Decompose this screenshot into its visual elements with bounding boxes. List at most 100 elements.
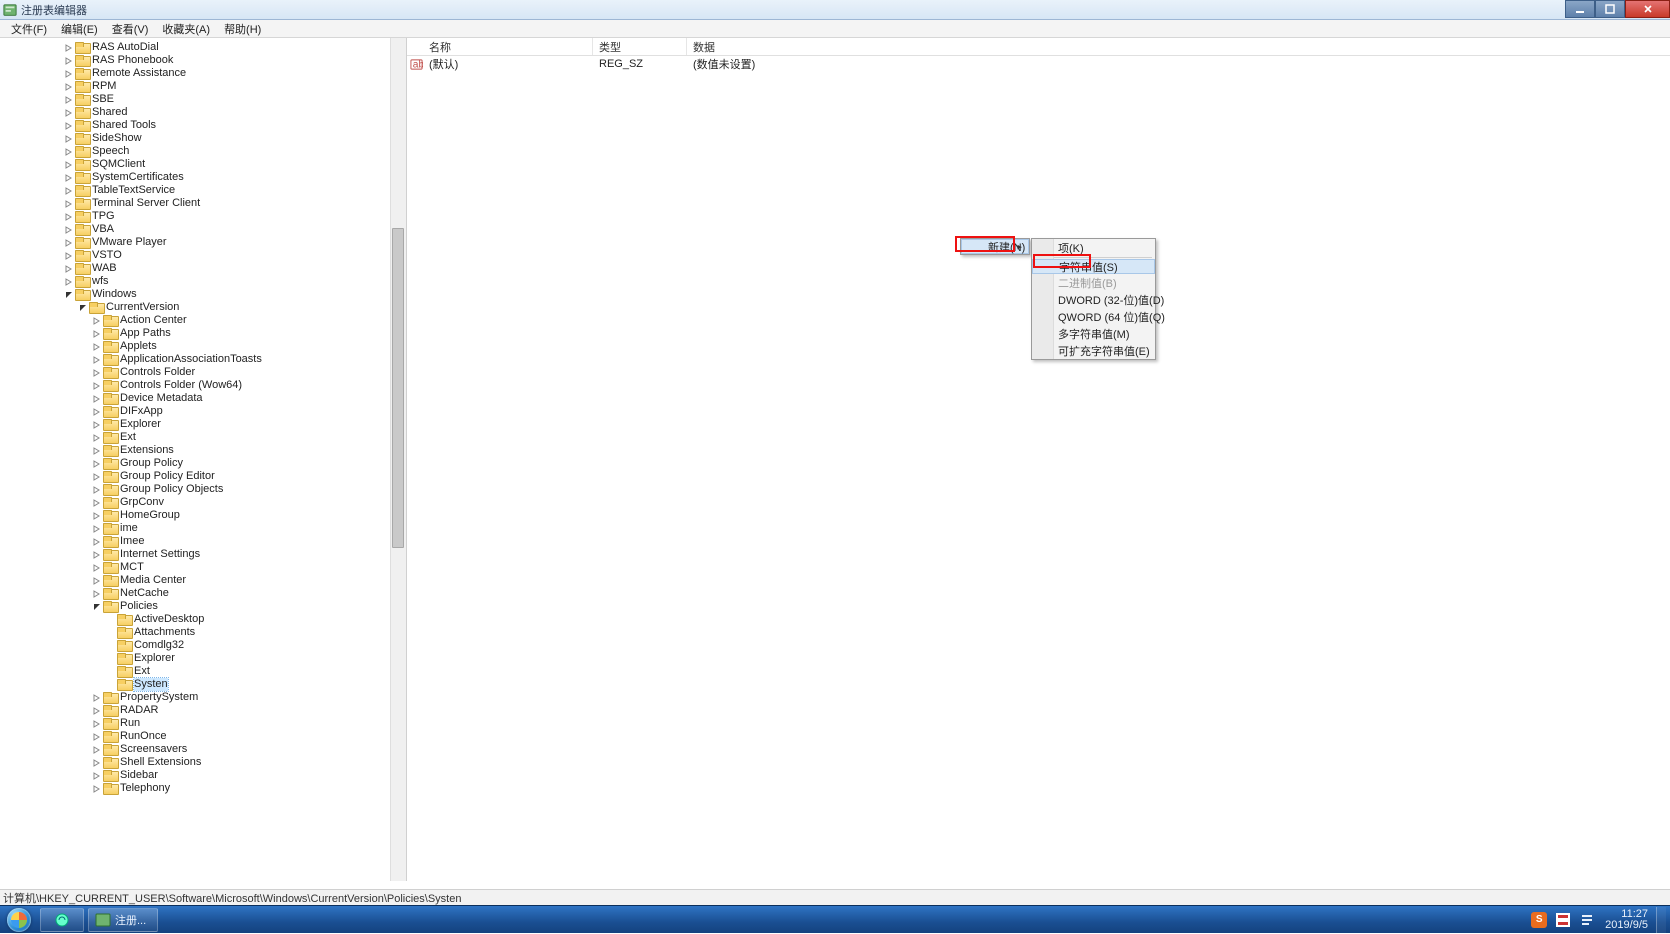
header-name[interactable]: 名称 [423, 38, 593, 55]
tree-node[interactable]: WAB [0, 262, 406, 275]
chevron-right-icon[interactable] [64, 199, 74, 209]
ctx-new-key[interactable]: 项(K) [1032, 239, 1155, 256]
chevron-right-icon[interactable] [92, 472, 102, 482]
taskbar-pinned-app[interactable] [40, 908, 84, 932]
tree-node[interactable]: RunOnce [0, 730, 406, 743]
tree-node[interactable]: VBA [0, 223, 406, 236]
chevron-right-icon[interactable] [92, 537, 102, 547]
chevron-right-icon[interactable] [64, 251, 74, 261]
tree-node[interactable]: ApplicationAssociationToasts [0, 353, 406, 366]
menu-view[interactable]: 查看(V) [105, 21, 156, 37]
chevron-down-icon[interactable] [64, 290, 74, 300]
tree-node[interactable]: DIFxApp [0, 405, 406, 418]
tree-node[interactable]: VMware Player [0, 236, 406, 249]
header-type[interactable]: 类型 [593, 38, 687, 55]
tree-node[interactable]: Media Center [0, 574, 406, 587]
chevron-right-icon[interactable] [92, 745, 102, 755]
tree-node[interactable]: Device Metadata [0, 392, 406, 405]
tree-node[interactable]: Group Policy Editor [0, 470, 406, 483]
registry-tree[interactable]: RAS AutoDial RAS Phonebook Remote Assist… [0, 38, 406, 798]
ctx-new-qword[interactable]: QWORD (64 位)值(Q) [1032, 308, 1155, 325]
menu-edit[interactable]: 编辑(E) [54, 21, 105, 37]
chevron-right-icon[interactable] [92, 719, 102, 729]
value-row-default[interactable]: ab (默认) REG_SZ (数值未设置) [407, 56, 1670, 72]
chevron-right-icon[interactable] [64, 160, 74, 170]
tree-node[interactable]: RPM [0, 80, 406, 93]
chevron-right-icon[interactable] [92, 329, 102, 339]
maximize-button[interactable] [1595, 0, 1625, 18]
chevron-right-icon[interactable] [64, 82, 74, 92]
chevron-right-icon[interactable] [92, 381, 102, 391]
menu-help[interactable]: 帮助(H) [217, 21, 268, 37]
tree-node[interactable]: RAS AutoDial [0, 41, 406, 54]
tree-node[interactable]: Group Policy [0, 457, 406, 470]
chevron-right-icon[interactable] [64, 108, 74, 118]
chevron-right-icon[interactable] [92, 771, 102, 781]
menu-favorites[interactable]: 收藏夹(A) [155, 21, 217, 37]
tree-node[interactable]: HomeGroup [0, 509, 406, 522]
tree-node[interactable]: Attachments [0, 626, 406, 639]
chevron-right-icon[interactable] [64, 186, 74, 196]
tree-node[interactable]: SideShow [0, 132, 406, 145]
chevron-right-icon[interactable] [92, 368, 102, 378]
tree-node[interactable]: MCT [0, 561, 406, 574]
tree-node[interactable]: Ext [0, 431, 406, 444]
chevron-right-icon[interactable] [92, 758, 102, 768]
chevron-right-icon[interactable] [92, 459, 102, 469]
tree-node[interactable]: ime [0, 522, 406, 535]
tree-node[interactable]: Explorer [0, 418, 406, 431]
tree-node[interactable]: Remote Assistance [0, 67, 406, 80]
chevron-right-icon[interactable] [92, 433, 102, 443]
menu-file[interactable]: 文件(F) [4, 21, 54, 37]
tray-clock[interactable]: 11:27 2019/9/5 [1599, 909, 1652, 931]
taskbar-app-regedit[interactable]: 注册... [88, 908, 158, 932]
chevron-right-icon[interactable] [64, 56, 74, 66]
chevron-down-icon[interactable] [78, 303, 88, 313]
chevron-right-icon[interactable] [64, 95, 74, 105]
chevron-right-icon[interactable] [92, 563, 102, 573]
chevron-right-icon[interactable] [64, 69, 74, 79]
chevron-right-icon[interactable] [92, 524, 102, 534]
chevron-right-icon[interactable] [64, 173, 74, 183]
tree-node[interactable]: NetCache [0, 587, 406, 600]
chevron-right-icon[interactable] [92, 784, 102, 794]
close-button[interactable] [1625, 0, 1670, 18]
tree-node[interactable]: Windows [0, 288, 406, 301]
chevron-right-icon[interactable] [92, 693, 102, 703]
tree-node[interactable]: RAS Phonebook [0, 54, 406, 67]
tree-node[interactable]: Controls Folder [0, 366, 406, 379]
tree-node[interactable]: Extensions [0, 444, 406, 457]
tree-node[interactable]: PropertySystem [0, 691, 406, 704]
tree-node[interactable]: Applets [0, 340, 406, 353]
tree-node[interactable]: Run [0, 717, 406, 730]
tree-node[interactable]: Ext [0, 665, 406, 678]
chevron-right-icon[interactable] [64, 121, 74, 131]
tree-node[interactable]: Controls Folder (Wow64) [0, 379, 406, 392]
chevron-right-icon[interactable] [92, 511, 102, 521]
chevron-right-icon[interactable] [64, 212, 74, 222]
chevron-right-icon[interactable] [64, 147, 74, 157]
show-desktop-button[interactable] [1656, 907, 1666, 933]
chevron-right-icon[interactable] [92, 576, 102, 586]
ctx-new-dword[interactable]: DWORD (32-位)值(D) [1032, 291, 1155, 308]
tree-node[interactable]: SQMClient [0, 158, 406, 171]
tree-node[interactable]: Systen [0, 678, 406, 691]
tree-node[interactable]: Explorer [0, 652, 406, 665]
ctx-new[interactable]: 新建(N) ▸ [961, 239, 1029, 254]
tree-node[interactable]: Telephony [0, 782, 406, 795]
tree-node[interactable]: Sidebar [0, 769, 406, 782]
tree-node[interactable]: TPG [0, 210, 406, 223]
tray-ime-icon[interactable]: S [1530, 911, 1548, 929]
tree-node[interactable]: Action Center [0, 314, 406, 327]
header-data[interactable]: 数据 [687, 38, 1670, 55]
tree-node[interactable]: Shared Tools [0, 119, 406, 132]
chevron-right-icon[interactable] [64, 43, 74, 53]
chevron-right-icon[interactable] [64, 264, 74, 274]
chevron-right-icon[interactable] [92, 550, 102, 560]
chevron-right-icon[interactable] [92, 498, 102, 508]
tree-node[interactable]: Comdlg32 [0, 639, 406, 652]
chevron-right-icon[interactable] [92, 446, 102, 456]
tree-node[interactable]: wfs [0, 275, 406, 288]
tree-node[interactable]: Policies [0, 600, 406, 613]
tree-scroll-thumb[interactable] [392, 228, 404, 548]
